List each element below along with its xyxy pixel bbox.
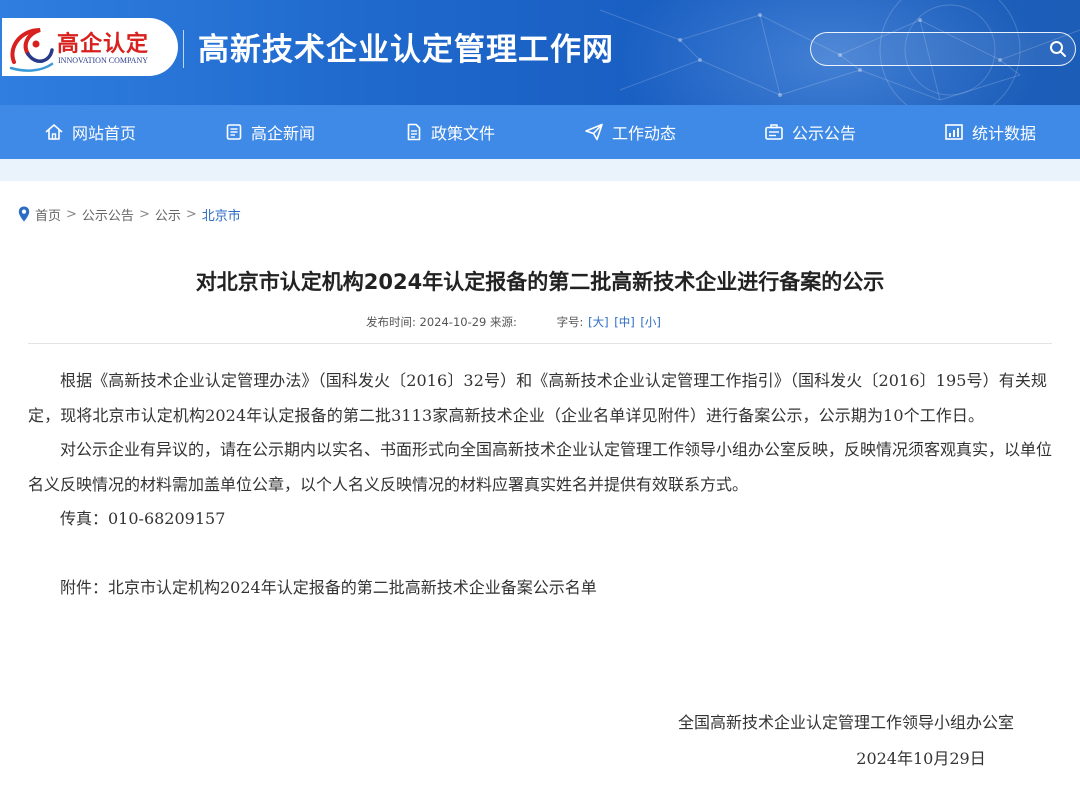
file-icon (407, 123, 421, 141)
search-icon[interactable] (1049, 40, 1067, 58)
send-icon (585, 123, 603, 141)
nav-label: 统计数据 (971, 124, 1036, 143)
publish-info: 发布时间: 2024-10-29 来源: (366, 315, 517, 329)
nav-label: 网站首页 (71, 124, 136, 143)
nav-label: 高企新闻 (250, 124, 315, 143)
home-icon (45, 124, 63, 140)
breadcrumb: 首页 > 公示公告 > 公示 > 北京市 (18, 204, 241, 224)
article-meta: 发布时间: 2024-10-29 来源: 字号: [大] [中] [小] (366, 314, 662, 330)
nav-item-stats[interactable]: 统计数据 (900, 105, 1080, 159)
breadcrumb-separator: > (185, 206, 197, 222)
logo-swirl-icon (9, 28, 54, 72)
location-pin-icon (18, 206, 30, 222)
breadcrumb-current[interactable]: 北京市 (202, 205, 241, 224)
breadcrumb-separator: > (66, 206, 77, 222)
bulletin-icon (765, 124, 783, 140)
site-title: 高新技术企业认定管理工作网 (198, 32, 614, 68)
article-body: 根据《高新技术企业认定管理办法》（国科发火〔2016〕32号）和《高新技术企业认… (28, 364, 1052, 605)
attachment-link[interactable]: 附件：北京市认定机构2024年认定报备的第二批高新技术企业备案公示名单 (28, 571, 1052, 606)
breadcrumb-notice[interactable]: 公示公告 (82, 205, 134, 224)
breadcrumb-separator: > (138, 206, 150, 222)
fax-line: 传真：010-68209157 (60, 509, 226, 528)
font-size-small-button[interactable]: [小] (640, 315, 660, 329)
site-header: 高企认定 INNOVATION COMPANY 高新技术企业认定管理工作网 (0, 0, 1080, 105)
logo-text: 高企认定 (57, 32, 150, 57)
logo-divider (183, 30, 184, 68)
font-size-large-button[interactable]: [大] (588, 315, 608, 329)
nav-label: 公示公告 (791, 124, 856, 143)
signature-org: 全国高新技术企业认定管理工作领导小组办公室 (677, 713, 1014, 732)
nav-item-news[interactable]: 高企新闻 (180, 105, 360, 159)
meta-divider (28, 343, 1052, 344)
nav-label: 工作动态 (611, 124, 676, 143)
breadcrumb-home[interactable]: 首页 (35, 205, 61, 224)
font-size-label: 字号: (556, 315, 584, 329)
search-input[interactable] (825, 39, 1035, 59)
signature-block: 全国高新技术企业认定管理工作领导小组办公室 2024年10月29日 (678, 705, 1014, 777)
stats-icon (945, 124, 963, 140)
nav-item-home[interactable]: 网站首页 (0, 105, 180, 159)
article-title: 对北京市认定机构2024年认定报备的第二批高新技术企业进行备案的公示 (195, 270, 885, 294)
article-paragraph: 对公示企业有异议的，请在公示期内以实名、书面形式向全国高新技术企业认定管理工作领… (28, 440, 1053, 494)
article-paragraph: 根据《高新技术企业认定管理办法》（国科发火〔2016〕32号）和《高新技术企业认… (28, 371, 1048, 425)
nav-shadow-band (0, 159, 1080, 181)
logo-subtext: INNOVATION COMPANY (58, 56, 149, 65)
search-box (810, 32, 1076, 66)
nav-item-notice[interactable]: 公示公告 (720, 105, 900, 159)
document-icon (226, 124, 242, 140)
nav-label: 政策文件 (430, 124, 495, 143)
main-nav: 网站首页 高企新闻 政策文件 工作动态 公示公告 统计数据 (0, 105, 1080, 159)
nav-item-policy[interactable]: 政策文件 (360, 105, 540, 159)
signature-date: 2024年10月29日 (856, 749, 986, 768)
font-size-medium-button[interactable]: [中] (614, 315, 634, 329)
nav-item-work[interactable]: 工作动态 (540, 105, 720, 159)
breadcrumb-publicity[interactable]: 公示 (155, 205, 181, 224)
